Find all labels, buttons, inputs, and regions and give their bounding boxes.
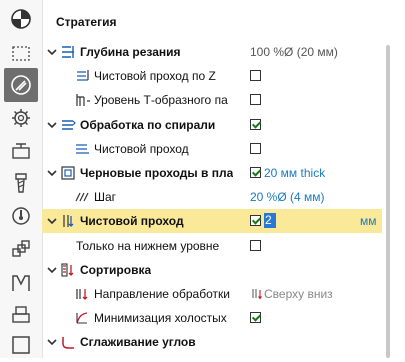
macro-icon[interactable] (4, 266, 38, 300)
boundary-icon[interactable] (4, 36, 38, 70)
chevron-down-icon[interactable] (46, 215, 58, 227)
tool-icon[interactable] (4, 166, 38, 200)
scrollbar-thumb[interactable] (386, 45, 390, 358)
unit-label: мм (360, 214, 377, 229)
tree-row-label: Обработка по спирали (80, 117, 216, 132)
tree-row-bottom-only[interactable]: Только на нижнем уровне (42, 234, 382, 258)
tree-row-label: Сортировка (80, 262, 152, 277)
tree-row-value: 20 %Ø (4 мм) (250, 190, 325, 205)
top-down-icon (250, 288, 262, 303)
feed-icon[interactable] (4, 199, 38, 233)
tree-row-label: Направление обработки (94, 287, 230, 301)
chevron-down-icon[interactable] (46, 167, 58, 179)
tree-row-label: Чистовой проход (80, 214, 184, 229)
tree-row-rough-passes[interactable]: Черновые проходы в пла 20 мм thick (42, 161, 382, 185)
left-toolbar (0, 0, 43, 358)
minimize-icon (74, 310, 90, 326)
print-icon[interactable] (4, 298, 38, 332)
tree-row-label: Только на нижнем уровне (76, 238, 220, 253)
tree-row-label: Чистовой проход (94, 141, 189, 156)
tree-row-label: Глубина резания (80, 45, 181, 59)
tree-row-value[interactable]: Сверху вниз (264, 287, 333, 301)
finish-z-icon (74, 68, 90, 84)
corner-icon (60, 334, 76, 350)
checkbox[interactable] (250, 215, 261, 227)
strategy-tree: Глубина резания 100 %Ø (20 мм) Чистовой пр… (42, 40, 382, 358)
stock-icon[interactable] (4, 134, 38, 168)
tree-row-direction[interactable]: Направление обработки Сверху вниз (42, 282, 382, 306)
finish-pass-icon (74, 141, 90, 157)
checkbox[interactable] (250, 142, 261, 154)
tree-row-corner-smoothing[interactable]: Сглаживание углов (42, 330, 382, 354)
gear-icon[interactable] (4, 101, 38, 135)
tree-row-label: Черновые проходы в пла (80, 166, 234, 180)
rough-passes-icon (60, 165, 76, 181)
chevron-down-icon[interactable] (46, 264, 58, 276)
tree-row-value: 100 %Ø (20 мм) (250, 45, 338, 59)
sort-icon (60, 262, 76, 278)
checkbox[interactable] (250, 94, 261, 106)
checkbox[interactable] (250, 70, 261, 82)
checkbox[interactable] (250, 239, 261, 251)
tree-row-spiral[interactable]: Обработка по спирали (42, 113, 382, 137)
tree-row-depth-of-cut[interactable]: Глубина резания 100 %Ø (20 мм) (42, 40, 382, 64)
frame-icon[interactable] (4, 328, 38, 362)
setup-icon[interactable] (4, 2, 38, 36)
strategy-icon[interactable] (4, 68, 38, 102)
finish-pass-input[interactable]: 2 (264, 213, 276, 229)
chevron-down-icon[interactable] (46, 46, 58, 58)
links-icon[interactable] (4, 232, 38, 266)
checkbox[interactable] (250, 118, 261, 130)
step-icon (74, 189, 90, 205)
tree-row-label: Минимизация холостых (94, 311, 227, 326)
tree-row-finish-pass[interactable]: Чистовой проход 2 мм (42, 209, 382, 234)
tree-row-t-slot-level[interactable]: Уровень Т-образного па (42, 88, 382, 112)
chevron-down-icon[interactable] (46, 119, 58, 131)
tree-row-label: Сглаживание углов (80, 335, 196, 350)
tree-row-label: Чистовой проход по Z (94, 69, 216, 84)
tree-row-label: Уровень Т-образного па (94, 93, 228, 108)
tree-row-sorting[interactable]: Сортировка (42, 258, 382, 282)
checkbox[interactable] (250, 167, 261, 178)
tree-row-label: Шаг (94, 190, 117, 205)
tree-row-value: 20 мм thick (264, 166, 326, 180)
panel-title: Стратегия (56, 15, 117, 29)
tree-row-finish-z[interactable]: Чистовой проход по Z (42, 64, 382, 88)
depth-icon (60, 44, 76, 60)
chevron-down-icon[interactable] (46, 336, 58, 348)
finish-depth-icon (60, 213, 76, 229)
direction-icon (74, 286, 90, 302)
tree-row-step[interactable]: Шаг 20 %Ø (4 мм) (42, 185, 382, 209)
checkbox[interactable] (250, 312, 261, 324)
t-slot-icon (74, 92, 90, 108)
spiral-icon (60, 117, 76, 133)
tree-row-minimize-idle[interactable]: Минимизация холостых (42, 306, 382, 330)
tree-row-spiral-finish[interactable]: Чистовой проход (42, 137, 382, 161)
